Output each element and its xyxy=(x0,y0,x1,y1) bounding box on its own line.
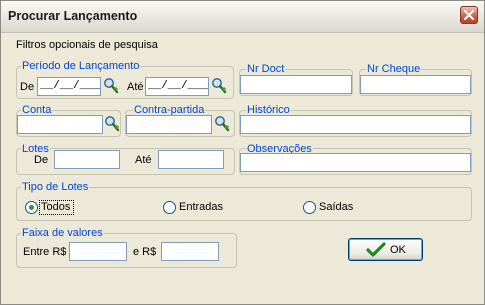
observacoes-input[interactable] xyxy=(240,153,471,172)
nr-doct-input[interactable] xyxy=(240,75,352,94)
historico-input[interactable] xyxy=(240,115,471,134)
radio-entradas-label[interactable]: Entradas xyxy=(179,201,223,214)
radio-saidas[interactable] xyxy=(303,201,316,214)
radio-selected-dot xyxy=(29,205,34,210)
search-icon xyxy=(104,78,119,94)
entre-label: Entre R$ xyxy=(23,246,67,258)
periodo-ate-input[interactable]: __/__/____ xyxy=(145,77,209,96)
check-icon xyxy=(366,242,386,257)
periodo-ate-search-button[interactable] xyxy=(211,77,227,94)
close-icon xyxy=(464,10,474,20)
radio-saidas-label[interactable]: Saídas xyxy=(319,201,353,214)
periodo-de-input[interactable]: __/__/____ xyxy=(37,77,101,96)
conta-input[interactable] xyxy=(17,115,103,134)
entre-input[interactable] xyxy=(69,242,127,261)
nr-cheque-input[interactable] xyxy=(360,75,471,94)
conta-search-button[interactable] xyxy=(104,115,120,132)
close-button[interactable] xyxy=(460,6,478,24)
radio-todos[interactable] xyxy=(25,201,38,214)
contra-partida-input[interactable] xyxy=(126,115,212,134)
title-bar[interactable]: Procurar Lançamento xyxy=(1,1,484,33)
search-icon xyxy=(215,116,230,132)
periodo-de-label: De xyxy=(20,81,35,93)
e-label: e R$ xyxy=(133,246,157,258)
periodo-de-search-button[interactable] xyxy=(103,77,119,94)
periodo-legend: Período de Lançamento xyxy=(21,60,141,73)
e-input[interactable] xyxy=(161,242,219,261)
search-icon xyxy=(212,78,227,94)
contra-partida-search-button[interactable] xyxy=(214,115,230,132)
filters-label: Filtros opcionais de pesquisa xyxy=(16,39,158,51)
lotes-de-label: De xyxy=(34,154,49,166)
lotes-ate-input[interactable] xyxy=(158,150,224,169)
ok-button-label: OK xyxy=(390,244,406,256)
lotes-ate-label: Até xyxy=(135,154,152,166)
ok-button[interactable]: OK xyxy=(348,238,423,261)
lotes-de-input[interactable] xyxy=(54,150,120,169)
search-icon xyxy=(105,116,120,132)
window-title: Procurar Lançamento xyxy=(8,9,138,23)
tipo-lotes-legend: Tipo de Lotes xyxy=(21,181,90,194)
periodo-ate-label: Até xyxy=(127,81,144,93)
radio-todos-label[interactable]: Todos xyxy=(41,201,70,214)
faixa-valores-legend: Faixa de valores xyxy=(21,227,104,240)
radio-entradas[interactable] xyxy=(163,201,176,214)
dialog-window: Procurar Lançamento Filtros opcionais de… xyxy=(0,0,485,305)
